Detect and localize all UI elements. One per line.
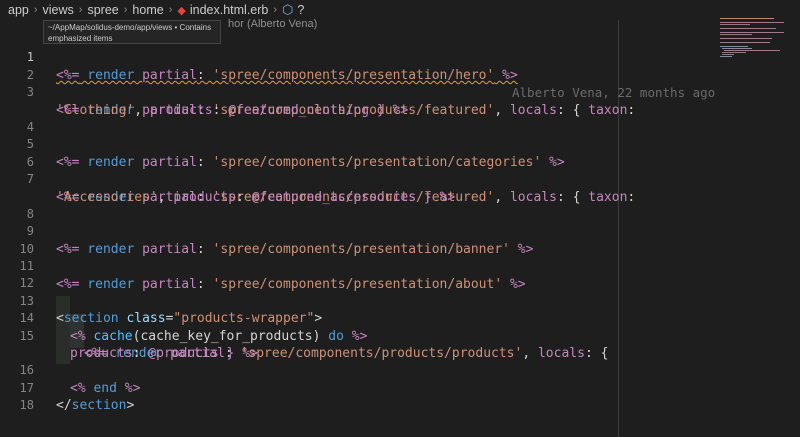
breadcrumb-item-spree[interactable]: spree xyxy=(87,3,118,17)
cube-symbol-icon: ⬡ xyxy=(282,2,294,17)
code-line-9[interactable]: 9 <%= render partial: 'spree/components/… xyxy=(0,206,716,256)
code-line-18[interactable]: 18 xyxy=(0,380,716,412)
code-line-13[interactable]: 13 <section class="products-wrapper"> xyxy=(0,275,716,326)
breadcrumb: app › views › spree › home › ◆ index.htm… xyxy=(0,0,716,20)
minimap-line xyxy=(722,48,752,49)
code-line-2[interactable]: 2 xyxy=(0,49,716,82)
breadcrumb-tooltip: ~/AppMap/solidus-demo/app/views • Contai… xyxy=(43,20,221,44)
code-line-5[interactable]: 5 <%= render partial: 'spree/components/… xyxy=(0,119,716,169)
code-line-11[interactable]: 11 <%= render partial: 'spree/components… xyxy=(0,241,716,291)
tooltip-line-1: ~/AppMap/solidus-demo/app/views • Contai… xyxy=(48,23,212,32)
minimap[interactable] xyxy=(716,0,800,437)
minimap-line xyxy=(722,54,734,55)
line-number: 18 xyxy=(19,398,34,413)
code-line-14[interactable]: 14 <% cache(cache_key_for_products) do %… xyxy=(0,293,716,343)
minimap-line xyxy=(720,28,776,29)
chevron-right-icon: › xyxy=(123,4,128,16)
code-line-8[interactable]: 8 xyxy=(0,189,716,221)
minimap-line xyxy=(720,42,770,43)
minimap-line xyxy=(720,46,748,47)
code-line-12[interactable]: 12 xyxy=(0,258,716,290)
minimap-line xyxy=(720,18,774,19)
chevron-right-icon: › xyxy=(168,4,173,16)
minimap-line xyxy=(720,32,784,33)
minimap-line xyxy=(724,50,780,51)
code-line-7-wrap[interactable]: 'Accessories', products: @featured_acces… xyxy=(0,171,716,205)
code-line-10[interactable]: 10 xyxy=(0,223,716,256)
chevron-right-icon: › xyxy=(273,4,278,16)
ruby-file-icon: ◆ xyxy=(177,4,186,17)
code-line-3-wrap[interactable]: 'Clothing', products: @featured_clothing… xyxy=(0,84,716,118)
minimap-line xyxy=(722,52,746,53)
code-line-15-wrap[interactable]: products: @products } %> xyxy=(0,328,716,361)
minimap-line xyxy=(720,56,732,57)
tooltip-line-2: emphasized items xyxy=(48,34,113,43)
breadcrumb-item-views[interactable]: views xyxy=(43,3,74,17)
breadcrumb-item-file[interactable]: index.html.erb xyxy=(190,3,269,17)
code-editor[interactable]: 1 <%= render partial: 'spree/components/… xyxy=(0,32,731,413)
breadcrumb-item-app[interactable]: app xyxy=(8,3,29,17)
minimap-line xyxy=(720,38,772,39)
breadcrumb-item-symbol[interactable]: ? xyxy=(297,3,304,17)
code-line-17[interactable]: 17 </section> xyxy=(0,362,716,413)
minimap-line xyxy=(720,22,784,23)
code-line-16[interactable]: 16 <% end %> xyxy=(0,345,716,395)
code-line-6[interactable]: 6 xyxy=(0,136,716,169)
chevron-right-icon: › xyxy=(78,4,83,16)
code-line-7[interactable]: 7 <%= render partial: 'spree/components/… xyxy=(0,154,716,204)
code-text: </section> xyxy=(56,398,135,414)
code-line-4[interactable]: 4 xyxy=(0,102,716,134)
blame-hover-author: hor (Alberto Vena) xyxy=(228,18,318,30)
minimap-line xyxy=(720,34,752,35)
minimap-line xyxy=(720,24,750,25)
code-line-3[interactable]: 3 <%= render partial: 'spree/components/… xyxy=(0,67,716,117)
chevron-right-icon: › xyxy=(33,4,38,16)
code-line-15[interactable]: 15 <%= render partial: 'spree/components… xyxy=(0,310,716,361)
breadcrumb-item-home[interactable]: home xyxy=(132,3,163,17)
